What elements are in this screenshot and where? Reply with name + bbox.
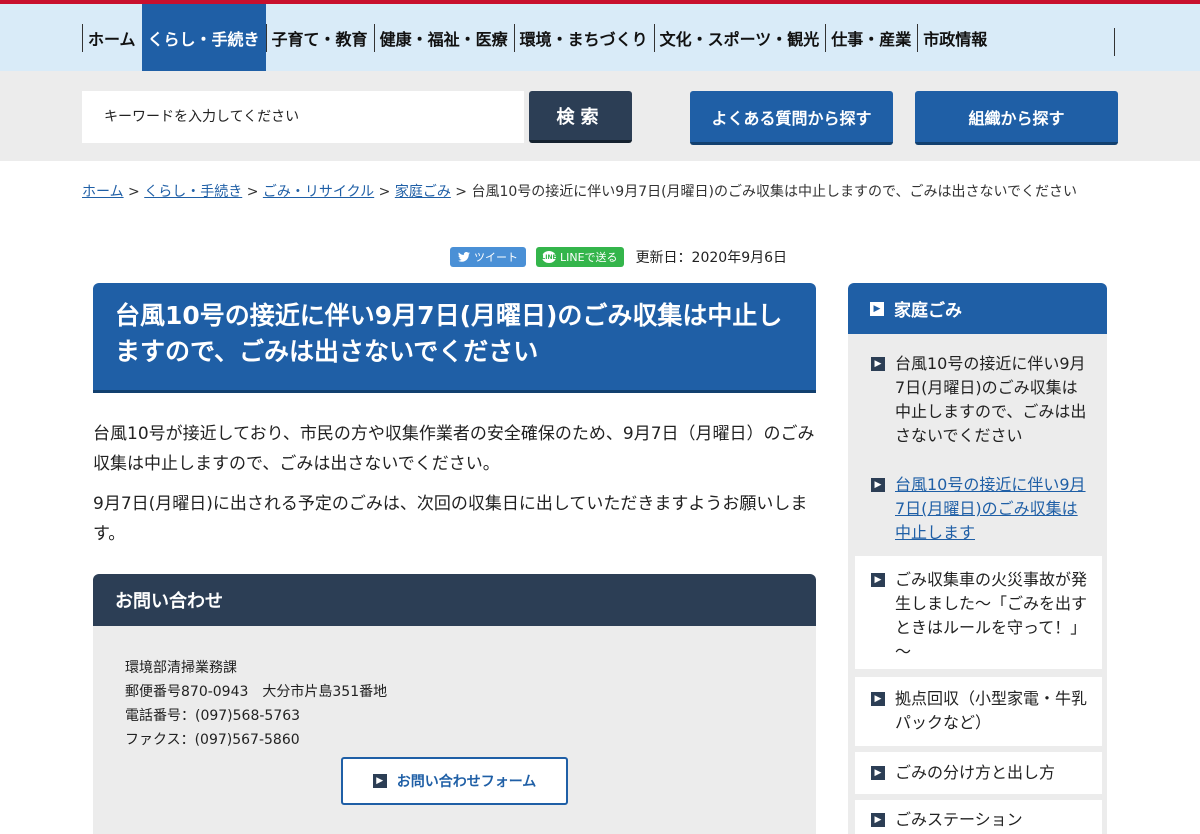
sidebar-heading: ▶ 家庭ごみ (848, 283, 1107, 334)
page-title: 台風10号の接近に伴い9月7日(月曜日)のごみ収集は中止しますので、ごみは出さな… (93, 283, 816, 393)
share-bar: ツイート LINE LINEで送る 更新日：2020年9月6日 (450, 247, 787, 267)
sidebar-item-label: ごみ収集車の火災事故が発生しました～「ごみを出すときはルールを守って！」～ (895, 570, 1088, 661)
contact-address: 郵便番号870-0943 大分市片島351番地 (125, 684, 388, 700)
contact-heading: お問い合わせ (93, 574, 816, 626)
chevron-right-square-icon: ▶ (871, 478, 885, 492)
sidebar-item-label: 拠点回収（小型家電・牛乳パックなど） (895, 689, 1088, 732)
breadcrumb-link-garbage-recycle[interactable]: ごみ・リサイクル (263, 184, 374, 200)
line-share-button[interactable]: LINE LINEで送る (536, 247, 624, 267)
chevron-right-square-icon: ▶ (871, 766, 885, 780)
org-search-button[interactable]: 組織から探す (915, 91, 1118, 145)
sidebar-item-collection-points[interactable]: ▶ 拠点回収（小型家電・牛乳パックなど） (855, 677, 1102, 746)
breadcrumb-link-living[interactable]: くらし・手続き (144, 184, 242, 200)
nav-living-procedures[interactable]: くらし・手続き (141, 4, 266, 71)
breadcrumb-separator: > (128, 184, 140, 200)
tweet-label: ツイート (474, 251, 518, 264)
breadcrumb-separator: > (246, 184, 259, 200)
nav-culture-sports-tourism[interactable]: 文化・スポーツ・観光 (653, 4, 826, 71)
contact-fax: ファクス：(097)567-5860 (125, 732, 300, 748)
breadcrumb-current: 台風10号の接近に伴い9月7日(月曜日)のごみ収集は中止しますので、ごみは出さな… (471, 184, 1078, 200)
sidebar-item-label: ごみの分け方と出し方 (895, 763, 1056, 782)
contact-form-button[interactable]: ▶ お問い合わせフォーム (341, 757, 568, 805)
contact-box: 環境部清掃業務課 郵便番号870-0943 大分市片島351番地 電話番号：(0… (93, 626, 816, 834)
chevron-right-square-icon: ▶ (871, 813, 885, 827)
breadcrumb-separator: > (455, 184, 468, 200)
breadcrumb-link-household-garbage[interactable]: 家庭ごみ (395, 184, 451, 200)
twitter-bird-icon (458, 252, 470, 262)
updated-date: 更新日：2020年9月6日 (635, 250, 788, 266)
breadcrumb: ホーム > くらし・手続き > ごみ・リサイクル > 家庭ごみ > 台風10号の… (82, 180, 1112, 204)
chevron-right-square-icon: ▶ (372, 774, 387, 788)
global-nav: ホーム くらし・手続き 子育て・教育 健康・福祉・医療 環境・まちづくり 文化・… (0, 4, 1200, 71)
nav-divider (1114, 28, 1115, 56)
contact-form-label: お問い合わせフォーム (396, 774, 537, 790)
sidebar-heading-label: 家庭ごみ (894, 301, 962, 321)
nav-work-industry[interactable]: 仕事・産業 (825, 4, 917, 71)
chevron-right-square-icon: ▶ (870, 301, 884, 316)
nav-childcare-education[interactable]: 子育て・教育 (265, 4, 374, 71)
search-area: 検索 よくある質問から探す 組織から探す (0, 71, 1200, 161)
search-button[interactable]: 検索 (529, 91, 632, 143)
contact-phone: 電話番号：(097)568-5763 (125, 708, 301, 724)
faq-search-button[interactable]: よくある質問から探す (690, 91, 893, 145)
contact-department: 環境部清掃業務課 (125, 660, 237, 676)
sidebar-item-typhoon-suspended[interactable]: ▶ 台風10号の接近に伴い9月7日(月曜日)のごみ収集は中止します (855, 473, 1102, 545)
chevron-right-square-icon: ▶ (871, 573, 885, 587)
search-input[interactable] (82, 91, 524, 143)
line-logo-icon: LINE (541, 251, 557, 263)
breadcrumb-link-home[interactable]: ホーム (82, 184, 124, 200)
contact-details: 環境部清掃業務課 郵便番号870-0943 大分市片島351番地 電話番号：(0… (125, 656, 387, 752)
sidebar-item-typhoon-notice[interactable]: ▶ 台風10号の接近に伴い9月7日(月曜日)のごみ収集は中止しますので、ごみは出… (855, 352, 1102, 448)
chevron-right-square-icon: ▶ (871, 692, 885, 706)
article-paragraph: 台風10号が接近しており、市民の方や収集作業者の安全確保のため、9月7日（月曜日… (93, 424, 815, 474)
article-paragraph: 9月7日(月曜日)に出される予定のごみは、次回の収集日に出していただきますようお… (93, 494, 808, 544)
line-share-label: LINEで送る (560, 251, 618, 264)
nav-city-info[interactable]: 市政情報 (917, 4, 993, 71)
nav-home[interactable]: ホーム (82, 4, 142, 71)
sidebar-item-label: ごみステーション (895, 810, 1023, 829)
sidebar-item-sorting-guide[interactable]: ▶ ごみの分け方と出し方 (855, 752, 1102, 794)
sidebar-item-truck-fire[interactable]: ▶ ごみ収集車の火災事故が発生しました～「ごみを出すときはルールを守って！」～ (855, 556, 1102, 669)
nav-health-welfare[interactable]: 健康・福祉・医療 (373, 4, 514, 71)
tweet-button[interactable]: ツイート (450, 247, 526, 267)
breadcrumb-separator: > (378, 184, 391, 200)
nav-environment-town[interactable]: 環境・まちづくり (513, 4, 654, 71)
sidebar-item-label: 台風10号の接近に伴い9月7日(月曜日)のごみ収集は中止しますので、ごみは出さな… (895, 354, 1087, 445)
sidebar-item-garbage-station[interactable]: ▶ ごみステーション (855, 800, 1102, 834)
sidebar-item-label: 台風10号の接近に伴い9月7日(月曜日)のごみ収集は中止します (895, 475, 1086, 542)
chevron-right-square-icon: ▶ (871, 357, 885, 371)
